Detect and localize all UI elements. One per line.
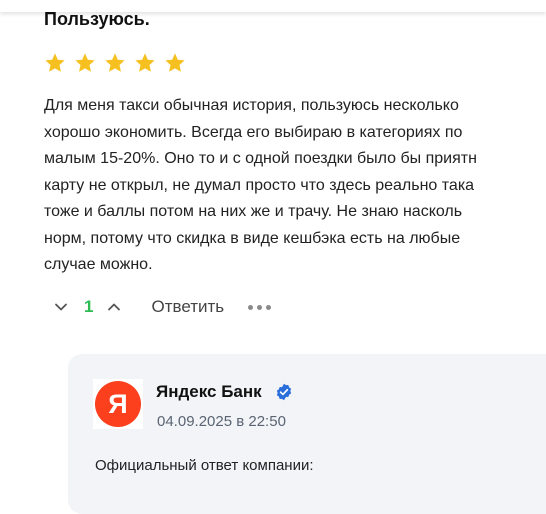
top-bar (0, 0, 546, 12)
company-logo[interactable]: Я (93, 379, 143, 429)
dot (257, 304, 263, 310)
upvote-button[interactable] (105, 298, 123, 316)
more-dots-icon[interactable] (248, 297, 272, 317)
review-text-line: Для меня такси обычная история, пользуюс… (44, 97, 459, 114)
downvote-button[interactable] (52, 298, 70, 316)
star-icon (105, 53, 125, 72)
official-reply-label: Официальный ответ компании: (95, 457, 314, 474)
dot (266, 304, 272, 310)
company-reply-card: Я Яндекс Банк 04.09.2025 в 22:50 Официал… (68, 354, 546, 514)
star-icon (45, 53, 65, 72)
verified-check-icon (276, 383, 292, 401)
review-text-line: случае можно. (44, 256, 153, 273)
review-actions: 1 Ответить (52, 294, 272, 320)
review-text-line: карту не открыл, не думал просто что зде… (44, 176, 475, 194)
review-text-line: норм, потому что скидка в виде кешбэка е… (44, 229, 461, 247)
review-text: Для меня такси обычная история, пользуюс… (44, 93, 546, 279)
rating-stars (43, 52, 187, 74)
review-text-line: малым 15-20%. Оно то и с одной поездки б… (44, 150, 477, 167)
vote-count: 1 (84, 297, 94, 316)
review-text-line: тоже и баллы потом на них же и трачу. Не… (44, 203, 463, 220)
chevron-up-icon (108, 303, 121, 311)
chevron-down-icon (55, 303, 67, 311)
reply-button[interactable]: Ответить (151, 297, 224, 317)
reply-date: 04.09.2025 в 22:50 (157, 413, 286, 430)
dot (248, 304, 254, 310)
star-icon (165, 53, 185, 72)
star-icon (135, 53, 155, 72)
star-icon (75, 53, 95, 72)
review-text-line: хорошо экономить. Всегда его выбираю в к… (44, 123, 463, 141)
company-logo-icon: Я (95, 381, 141, 427)
company-name[interactable]: Яндекс Банк (156, 382, 262, 402)
